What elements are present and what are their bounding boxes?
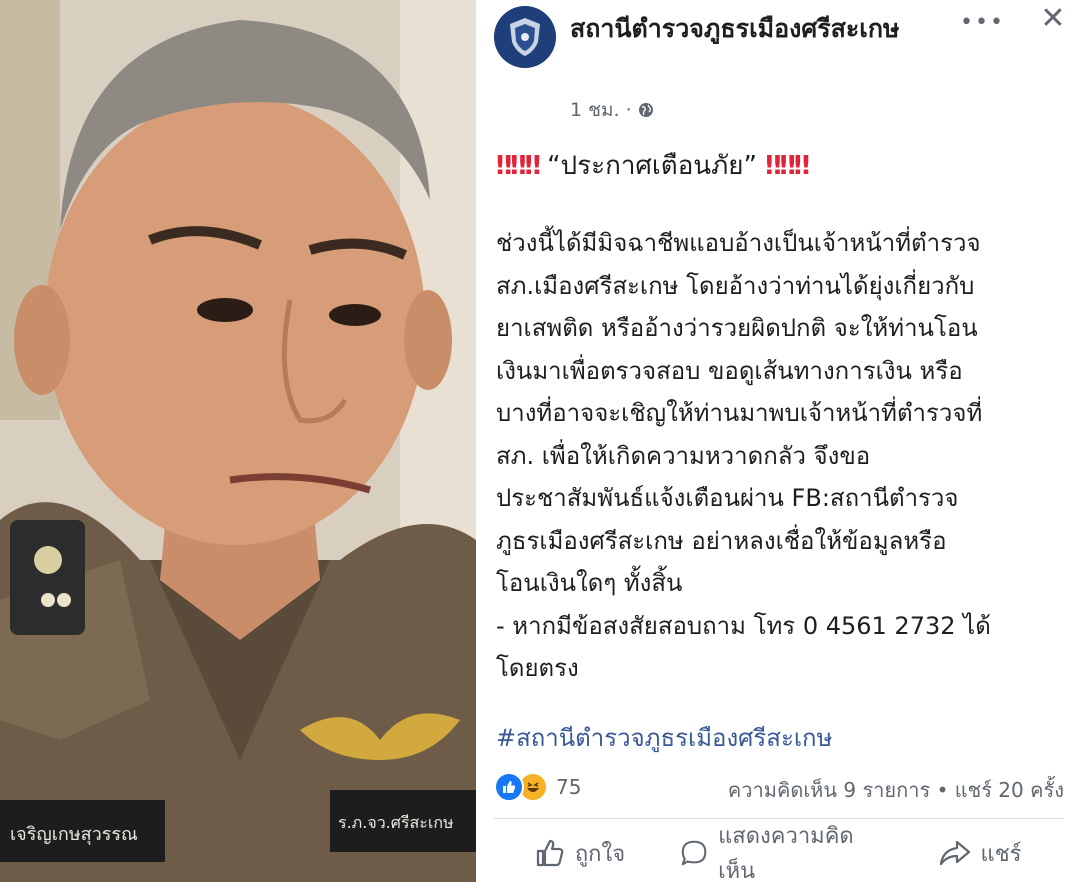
body-line: โดยตรง [496, 654, 579, 682]
police-shield-icon [494, 6, 556, 68]
comment-button[interactable]: แสดงความคิดเห็น [680, 824, 880, 884]
like-label: ถูกใจ [574, 841, 626, 867]
body-line: ยาเสพติด หรืออ้างว่ารวยผิดปกติ จะให้ท่าน… [496, 314, 978, 342]
share-arrow-icon [939, 840, 970, 866]
post-headline: ‼‼‼ “ประกาศเตือนภัย” ‼‼‼ [496, 148, 810, 184]
post-body: ช่วงนี้ได้มีมิจฉาชีพแอบอ้างเป็นเจ้าหน้าท… [496, 222, 1066, 690]
photo-shoulder-tag: ร.ภ.จว.ศรีสะเกษ [338, 813, 454, 832]
share-label: แชร์ [980, 841, 1022, 867]
thumbs-up-icon [536, 839, 564, 867]
reaction-count: 75 [556, 775, 582, 799]
page-avatar[interactable] [494, 6, 556, 68]
comment-bubble-icon [681, 840, 707, 866]
body-line: ภูธรเมืองศรีสะเกษ อย่าหลงเชื่อให้ข้อมูลห… [496, 526, 947, 555]
close-icon[interactable]: ✕ [1036, 2, 1070, 36]
like-reaction-icon [494, 772, 524, 802]
meta-separator: · [625, 99, 632, 121]
facebook-post: สถานีตำรวจภูธรเมืองศรีสะเกษ 1 ชม. · ••• … [480, 0, 1080, 884]
body-line: ประชาสัมพันธ์แจ้งเตือนผ่าน FB:สถานีตำรวจ [496, 484, 959, 512]
headline-text: “ประกาศเตือนภัย” [547, 151, 757, 181]
body-line: สภ.เมืองศรีสะเกษ โดยอ้างว่าท่านได้ยุ่งเก… [496, 271, 975, 300]
comment-label: แสดงความคิดเห็น [718, 824, 854, 884]
like-button[interactable]: ถูกใจ [480, 826, 680, 880]
body-line: ช่วงนี้ได้มีมิจฉาชีพแอบอ้างเป็นเจ้าหน้าท… [496, 229, 981, 257]
post-actions: ถูกใจ แสดงความคิดเห็น แชร์ [480, 824, 1080, 884]
photo-name-tag: เจริญเกษสุวรรณ [10, 824, 138, 845]
post-time[interactable]: 1 ชม. [570, 95, 620, 125]
post-meta: 1 ชม. · [570, 95, 654, 125]
warning-icon: ‼‼‼ [496, 151, 541, 181]
officer-photo[interactable]: เจริญเกษสุวรรณ ร.ภ.จว.ศรีสะเกษ [0, 0, 476, 882]
body-line: - หากมีข้อสงสัยสอบถาม โทร 0 4561 2732 ได… [496, 611, 991, 640]
more-options-icon[interactable]: ••• [960, 10, 1003, 35]
warning-icon: ‼‼‼ [765, 151, 810, 181]
body-line: เงินมาเพื่อตรวจสอบ ขอดูเส้นทางการเงิน หร… [496, 356, 963, 385]
hashtag-link[interactable]: #สถานีตำรวจภูธรเมืองศรีสะเกษ [496, 718, 832, 757]
share-button[interactable]: แชร์ [880, 826, 1080, 880]
page-name-link[interactable]: สถานีตำรวจภูธรเมืองศรีสะเกษ [570, 10, 950, 48]
globe-icon [638, 103, 653, 117]
post-stats[interactable]: ความคิดเห็น 9 รายการ • แชร์ 20 ครั้ง [728, 774, 1064, 806]
officer-photo-illustration: เจริญเกษสุวรรณ ร.ภ.จว.ศรีสะเกษ [0, 0, 476, 882]
reactions-summary[interactable]: 75 [494, 772, 581, 802]
body-line: โอนเงินใดๆ ทั้งสิ้น [496, 569, 683, 597]
body-line: บางที่อาจจะเชิญให้ท่านมาพบเจ้าหน้าที่ตำร… [496, 399, 983, 427]
body-line: สภ. เพื่อให้เกิดความหวาดกลัว จึงขอ [496, 441, 871, 470]
